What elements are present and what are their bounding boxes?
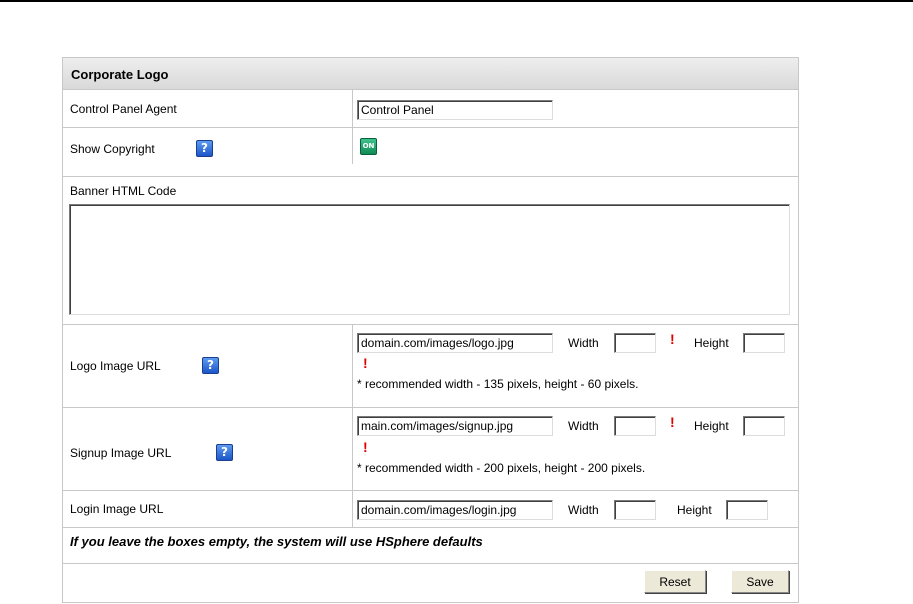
section-header: Corporate Logo — [63, 58, 798, 90]
show-copyright-row: Show Copyright ? ON — [63, 128, 798, 177]
control-panel-agent-input[interactable] — [357, 100, 553, 120]
logo-height-label: Height — [694, 336, 729, 350]
top-border-line — [0, 0, 913, 2]
corporate-logo-panel: Corporate Logo Control Panel Agent Show … — [62, 57, 799, 603]
required-mark: ! — [363, 439, 368, 455]
required-mark: ! — [670, 414, 675, 430]
help-icon[interactable]: ? — [196, 140, 213, 157]
column-divider — [352, 491, 353, 527]
copyright-toggle-on-icon[interactable]: ON — [360, 138, 377, 155]
defaults-note: If you leave the boxes empty, the system… — [70, 534, 483, 549]
help-icon[interactable]: ? — [202, 357, 219, 374]
signup-width-label: Width — [568, 419, 599, 433]
save-button[interactable]: Save — [731, 570, 789, 593]
banner-html-label: Banner HTML Code — [70, 184, 177, 198]
control-panel-agent-label: Control Panel Agent — [70, 102, 177, 116]
defaults-note-row: If you leave the boxes empty, the system… — [63, 528, 798, 564]
login-height-input[interactable] — [726, 500, 768, 520]
signup-image-row: Signup Image URL ? Width ! Height ! * re… — [63, 408, 798, 491]
banner-html-textarea[interactable] — [69, 204, 790, 315]
required-mark: ! — [670, 331, 675, 347]
section-title: Corporate Logo — [71, 67, 169, 82]
login-width-label: Width — [568, 503, 599, 517]
signup-height-input[interactable] — [743, 416, 785, 436]
login-url-input[interactable] — [357, 500, 553, 520]
logo-recommendation-note: * recommended width - 135 pixels, height… — [357, 377, 639, 391]
logo-image-label: Logo Image URL — [70, 359, 161, 373]
login-width-input[interactable] — [614, 500, 656, 520]
signup-recommendation-note: * recommended width - 200 pixels, height… — [357, 461, 646, 475]
show-copyright-label: Show Copyright — [70, 142, 155, 156]
column-divider — [352, 325, 353, 407]
column-divider — [352, 408, 353, 490]
signup-url-input[interactable] — [357, 416, 553, 436]
banner-html-row: Banner HTML Code — [63, 177, 798, 325]
required-mark: ! — [363, 355, 368, 371]
column-divider — [352, 90, 353, 127]
logo-width-label: Width — [568, 336, 599, 350]
login-image-row: Login Image URL Width Height — [63, 491, 798, 528]
login-height-label: Height — [677, 503, 712, 517]
logo-image-row: Logo Image URL ? Width ! Height ! * reco… — [63, 325, 798, 408]
login-image-label: Login Image URL — [70, 502, 164, 516]
reset-button[interactable]: Reset — [644, 570, 706, 593]
signup-width-input[interactable] — [614, 416, 656, 436]
signup-image-label: Signup Image URL — [70, 446, 172, 460]
column-divider — [352, 128, 353, 164]
signup-height-label: Height — [694, 419, 729, 433]
logo-url-input[interactable] — [357, 333, 553, 353]
logo-width-input[interactable] — [614, 333, 656, 353]
logo-height-input[interactable] — [743, 333, 785, 353]
actions-row: Reset Save — [63, 564, 798, 602]
control-panel-agent-row: Control Panel Agent — [63, 90, 798, 128]
help-icon[interactable]: ? — [216, 444, 233, 461]
